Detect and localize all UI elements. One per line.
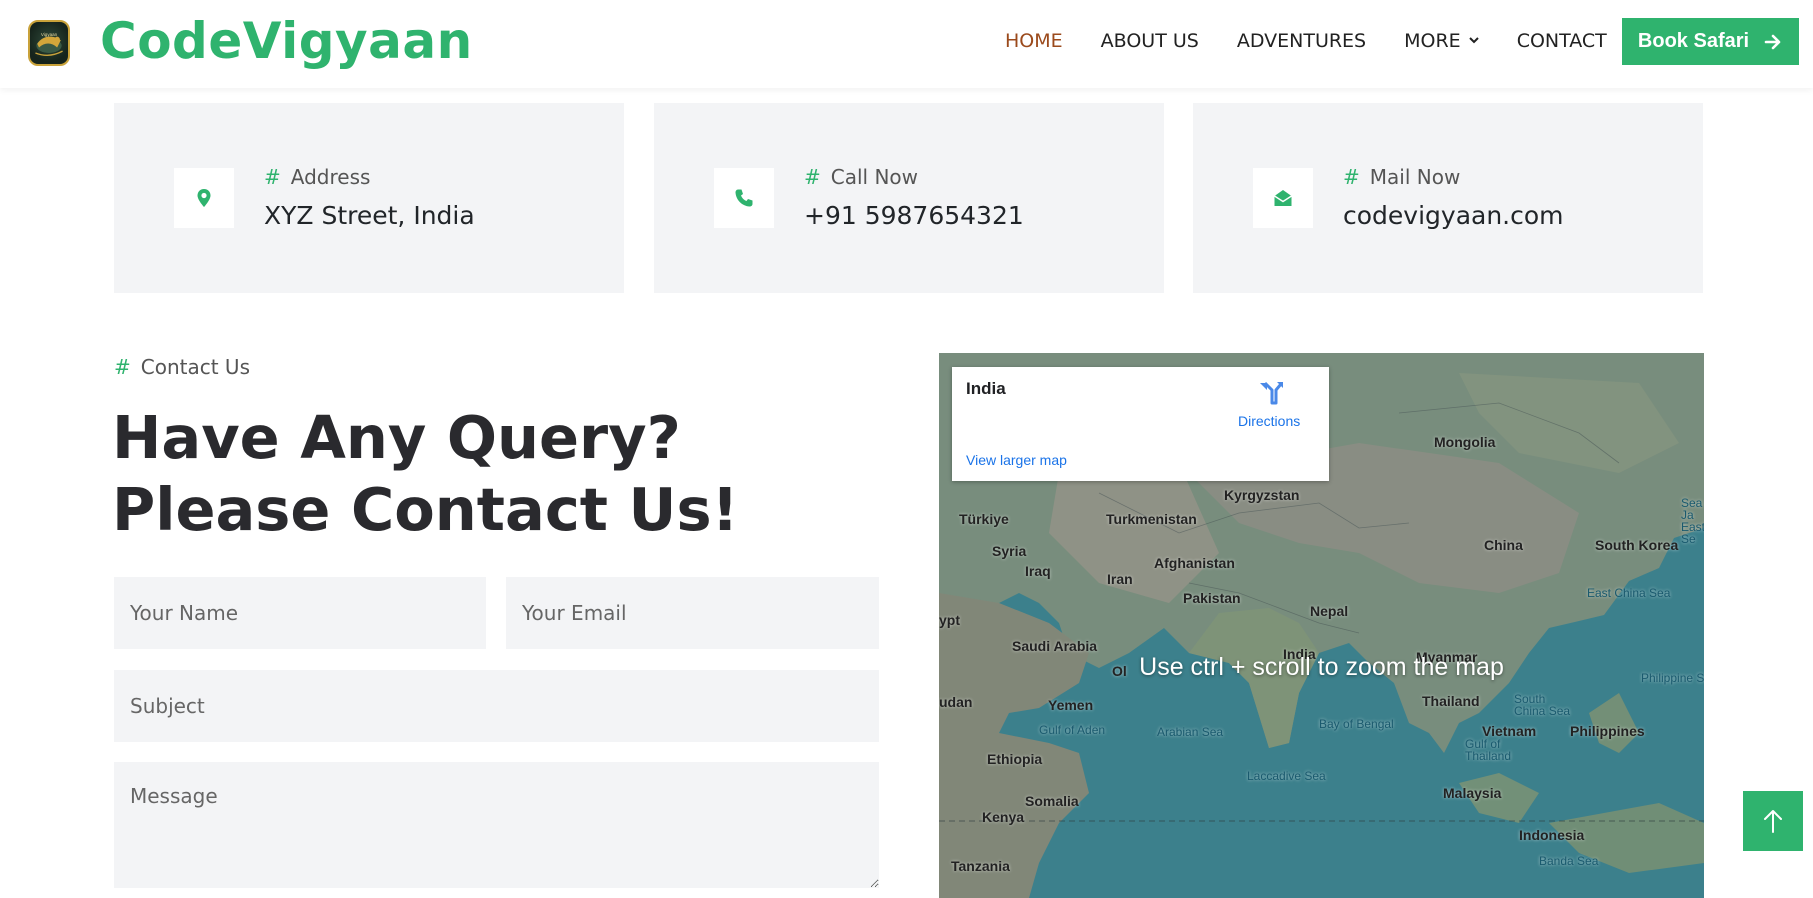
mail-label: # Mail Now	[1343, 165, 1461, 189]
book-safari-label: Book Safari	[1637, 30, 1750, 52]
map-place-card: India Directions View larger map	[952, 367, 1329, 481]
svg-text:Vigyaan: Vigyaan	[41, 32, 58, 37]
map-embed[interactable]: Mongolia Kyrgyzstan Türkiye Turkmenistan…	[939, 353, 1704, 898]
back-to-top-button[interactable]	[1743, 791, 1803, 851]
address-value: XYZ Street, India	[264, 201, 475, 230]
map-label: Philippines	[1570, 723, 1645, 739]
email-field[interactable]	[506, 577, 879, 649]
brand-name[interactable]: CodeVigyaan	[100, 10, 473, 72]
map-label: Bay of Bengal	[1319, 717, 1394, 731]
map-label: East China Sea	[1587, 586, 1671, 600]
map-label: Gulf of Thailand	[1465, 737, 1512, 763]
map-label: Kenya	[982, 809, 1025, 825]
call-icon-box	[714, 168, 774, 228]
name-field[interactable]	[114, 577, 486, 649]
map-label: Arabian Sea	[1157, 725, 1224, 739]
subject-field[interactable]	[114, 670, 879, 742]
map-label: Mongolia	[1434, 434, 1496, 450]
directions-icon[interactable]	[1257, 379, 1285, 407]
nav-contact[interactable]: CONTACT	[1517, 26, 1607, 56]
map-label: Thailand	[1422, 693, 1480, 709]
map-label: ypt	[939, 612, 960, 628]
envelope-open-icon	[1274, 190, 1292, 206]
section-tag: # Contact Us	[114, 355, 250, 379]
map-label: Kyrgyzstan	[1224, 487, 1300, 503]
page-title: Have Any Query? Please Contact Us!	[112, 403, 739, 544]
chevron-down-icon	[1468, 37, 1479, 44]
map-label: Gulf of Aden	[1039, 723, 1106, 737]
message-field[interactable]	[114, 762, 879, 888]
leopard-logo-icon[interactable]: Vigyaan	[28, 20, 70, 66]
map-zoom-hint: Use ctrl + scroll to zoom the map	[1139, 653, 1504, 681]
mail-card: # Mail Now codevigyaan.com	[1193, 103, 1703, 293]
map-label: Syria	[992, 543, 1027, 559]
main-nav: HOME ABOUT US ADVENTURES MORE CONTACT	[1005, 26, 1645, 56]
map-place-name: India	[966, 379, 1006, 398]
address-icon-box	[174, 168, 234, 228]
arrow-up-icon	[1764, 810, 1782, 833]
map-label: South China Sea	[1514, 692, 1571, 718]
nav-more[interactable]: MORE	[1404, 26, 1479, 56]
call-label: # Call Now	[804, 165, 919, 189]
call-card: # Call Now +91 5987654321	[654, 103, 1164, 293]
map-label: Turkmenistan	[1106, 511, 1197, 527]
map-label: udan	[939, 694, 973, 710]
map-label: Türkiye	[959, 511, 1009, 527]
nav-home[interactable]: HOME	[1005, 26, 1063, 56]
map-label: Iraq	[1025, 563, 1051, 579]
arrow-right-icon	[1764, 34, 1781, 49]
map-label: Sea of Ja East Se	[1681, 496, 1704, 546]
map-label: Indonesia	[1519, 827, 1585, 843]
phone-icon	[735, 189, 753, 207]
map-label: South Korea	[1595, 537, 1679, 553]
map-label: Malaysia	[1443, 785, 1502, 801]
map-label: Iran	[1107, 571, 1133, 587]
map-label: China	[1484, 537, 1523, 553]
navbar: Vigyaan CodeVigyaan HOME ABOUT US ADVENT…	[0, 0, 1813, 88]
book-safari-button[interactable]: Book Safari	[1622, 18, 1799, 65]
map-label: Nepal	[1310, 603, 1349, 619]
mail-icon-box	[1253, 168, 1313, 228]
directions-link[interactable]: Directions	[1238, 413, 1300, 429]
view-larger-map-link[interactable]: View larger map	[966, 452, 1067, 468]
map-label: Laccadive Sea	[1247, 769, 1326, 783]
map-label: Somalia	[1025, 793, 1079, 809]
location-pin-icon	[197, 189, 211, 207]
nav-adventures[interactable]: ADVENTURES	[1237, 26, 1366, 56]
map-label: Tanzania	[951, 858, 1010, 874]
call-value[interactable]: +91 5987654321	[804, 201, 1024, 230]
map-label: Pakistan	[1183, 590, 1241, 606]
map-label: Saudi Arabia	[1012, 638, 1098, 654]
mail-value[interactable]: codevigyaan.com	[1343, 201, 1564, 230]
map-label: Afghanistan	[1154, 555, 1235, 571]
map-label: Yemen	[1048, 697, 1094, 713]
map-label: Ethiopia	[987, 751, 1043, 767]
nav-more-label: MORE	[1404, 30, 1461, 52]
address-card: # Address XYZ Street, India	[114, 103, 624, 293]
address-label: # Address	[264, 165, 371, 189]
nav-about-us[interactable]: ABOUT US	[1101, 26, 1199, 56]
map-label: Banda Sea	[1539, 854, 1599, 868]
